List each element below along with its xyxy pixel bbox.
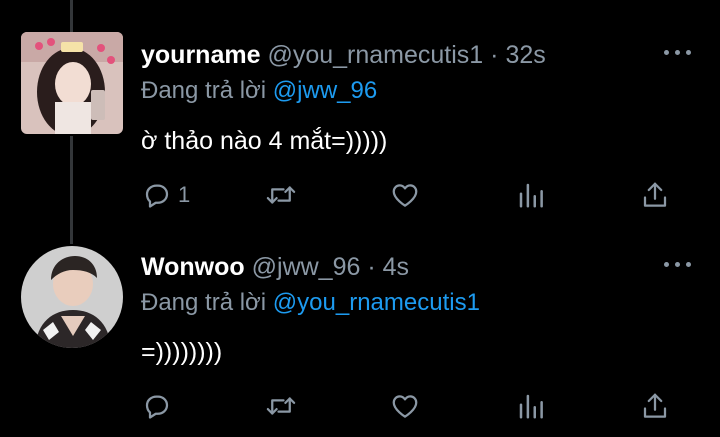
reply-button[interactable]: 1 (142, 180, 190, 210)
user-handle[interactable]: @jww_96 (252, 253, 361, 281)
like-icon (392, 395, 418, 418)
reply-count: 1 (178, 182, 191, 207)
share-button[interactable] (640, 391, 670, 421)
mention-link[interactable]: @you_rnamecutis1 (273, 289, 480, 316)
timestamp[interactable]: 4s (383, 253, 409, 281)
replying-to-label: Đang trả lời (141, 77, 267, 104)
reply-button[interactable] (142, 391, 178, 421)
tweet[interactable]: yourname @you_rnamecutis1 · 32s Đang trả… (0, 30, 720, 230)
views-icon (519, 183, 543, 208)
tweet-text: ờ thảo nào 4 mắt=))))) (141, 127, 388, 155)
avatar[interactable] (21, 32, 123, 134)
retweet-icon (266, 186, 296, 204)
avatar[interactable] (21, 246, 123, 348)
reply-icon (145, 184, 169, 208)
like-button[interactable] (390, 180, 420, 210)
replying-to: Đang trả lời @you_rnamecutis1 (141, 288, 480, 318)
user-handle[interactable]: @you_rnamecutis1 (267, 41, 483, 69)
thread-connector-top (70, 0, 73, 32)
separator-dot: · (367, 253, 376, 281)
tweet-actions: 1 (0, 176, 720, 216)
tweet-actions (0, 387, 720, 427)
tweet[interactable]: Wonwoo @jww_96 · 4s Đang trả lời @you_rn… (0, 242, 720, 437)
like-icon (392, 184, 418, 207)
share-icon (643, 393, 667, 418)
tweet-text: =)))))))) (141, 338, 223, 366)
more-options-icon[interactable] (664, 50, 692, 60)
retweet-icon (266, 397, 296, 415)
mention-link[interactable]: @jww_96 (273, 77, 377, 104)
retweet-button[interactable] (264, 391, 298, 421)
tweet-header: yourname @you_rnamecutis1 · 32s (141, 40, 546, 70)
retweet-button[interactable] (264, 180, 298, 210)
reply-icon (145, 395, 169, 419)
share-icon (643, 182, 667, 207)
display-name[interactable]: Wonwoo (141, 253, 245, 281)
tweet-header: Wonwoo @jww_96 · 4s (141, 252, 409, 282)
more-options-icon[interactable] (664, 262, 692, 272)
replying-to-label: Đang trả lời (141, 289, 267, 316)
views-icon (519, 394, 543, 419)
replying-to: Đang trả lời @jww_96 (141, 76, 377, 106)
timestamp[interactable]: 32s (505, 41, 545, 69)
views-button[interactable] (516, 391, 546, 421)
separator-dot: · (490, 41, 499, 69)
display-name[interactable]: yourname (141, 41, 260, 69)
views-button[interactable] (516, 180, 546, 210)
share-button[interactable] (640, 180, 670, 210)
like-button[interactable] (390, 391, 420, 421)
